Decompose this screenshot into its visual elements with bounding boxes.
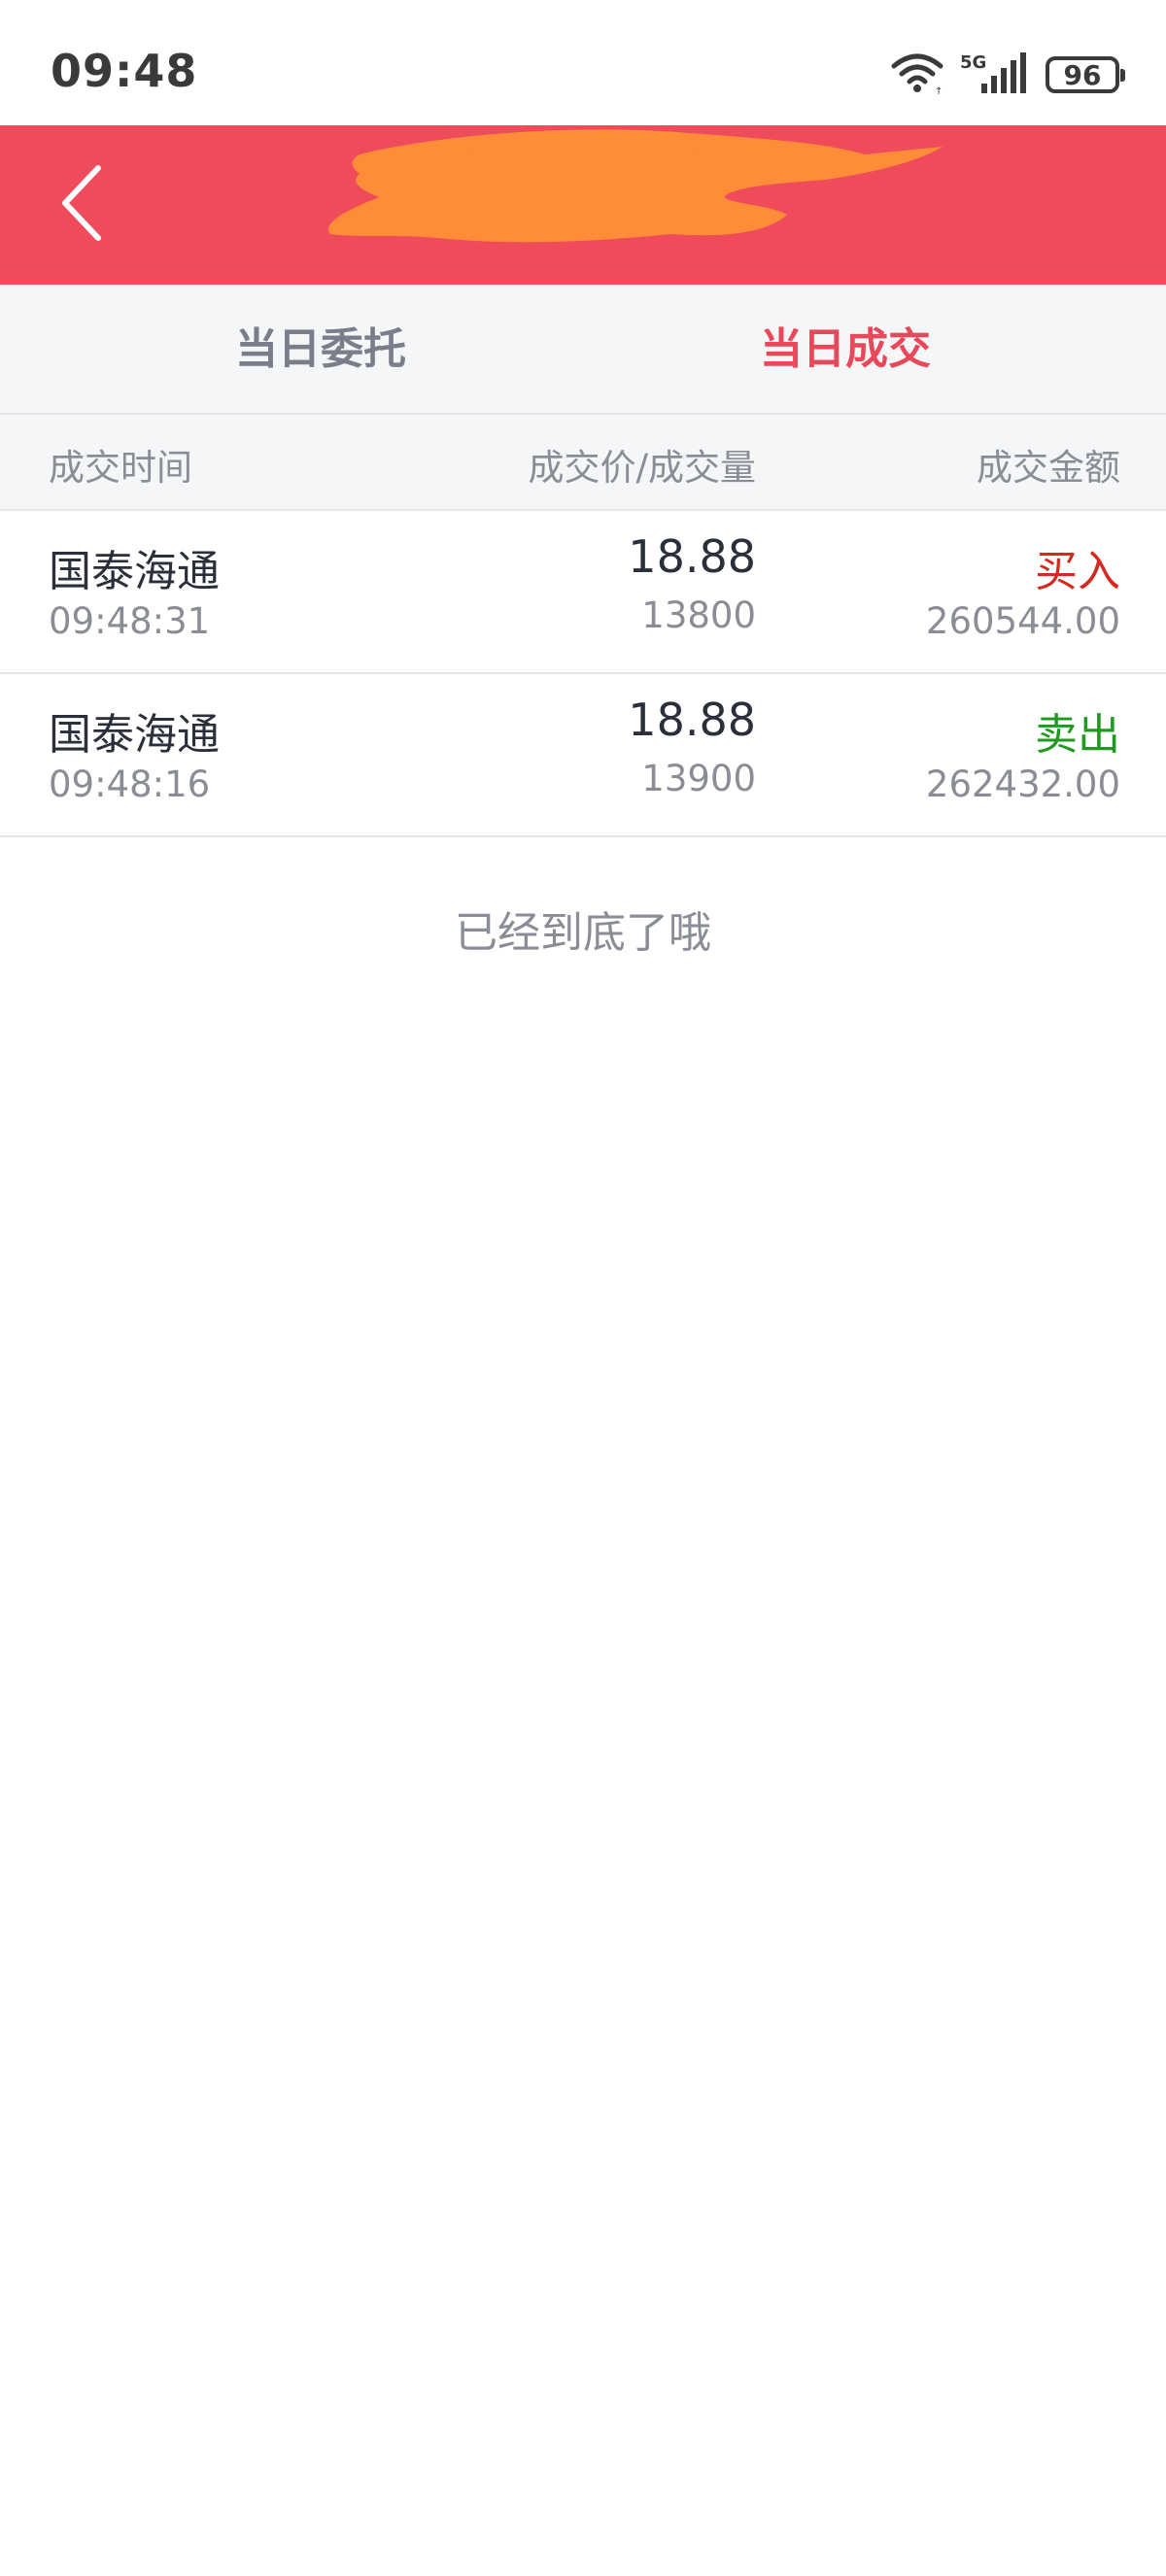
- trade-side: 卖出: [1035, 710, 1120, 760]
- back-button[interactable]: [39, 156, 126, 254]
- tab-today-trades[interactable]: 当日成交: [554, 285, 1137, 426]
- tab-label: 当日成交: [760, 314, 931, 426]
- trade-row[interactable]: 国泰海通 09:48:31 18.88 13800 买入 260544.00: [0, 511, 1166, 674]
- trade-price: 18.88: [628, 530, 756, 583]
- column-amount: 成交金额: [977, 447, 1120, 489]
- wifi-icon: ↑↓: [890, 51, 951, 99]
- status-icons: ↑↓ 5G 96: [890, 49, 1125, 101]
- battery-level: 96: [1063, 58, 1102, 91]
- stock-name: 国泰海通: [49, 547, 220, 596]
- column-header: 成交时间 成交价/成交量 成交金额: [0, 415, 1166, 511]
- svg-text:↑↓: ↑↓: [935, 86, 944, 95]
- status-time: 09:48: [51, 45, 198, 97]
- status-bar: 09:48 ↑↓ 5G 96: [0, 0, 1166, 125]
- svg-text:5G: 5G: [960, 52, 986, 73]
- tab-today-orders[interactable]: 当日委托: [29, 285, 612, 413]
- signal-icon: 5G: [960, 51, 1030, 99]
- battery-icon: 96: [1046, 56, 1125, 93]
- trade-quantity: 13900: [641, 758, 756, 799]
- redaction-scribble: [328, 129, 943, 243]
- tab-label: 当日委托: [235, 324, 406, 374]
- stock-name: 国泰海通: [49, 710, 220, 760]
- trade-quantity: 13800: [641, 594, 756, 636]
- tab-bar: 当日委托 当日成交: [0, 285, 1166, 426]
- trade-time: 09:48:16: [49, 763, 211, 805]
- tab-label-text: 当日成交: [760, 324, 931, 374]
- trade-row[interactable]: 国泰海通 09:48:16 18.88 13900 卖出 262432.00: [0, 674, 1166, 837]
- trade-side: 买入: [1035, 547, 1120, 596]
- trade-price: 18.88: [628, 694, 756, 746]
- end-of-list-note: 已经到底了哦: [455, 908, 711, 958]
- trade-time: 09:48:31: [49, 600, 211, 642]
- column-time: 成交时间: [49, 447, 192, 489]
- column-price-quantity: 成交价/成交量: [528, 447, 756, 489]
- trade-amount: 262432.00: [925, 763, 1120, 805]
- header-bar: [0, 125, 1166, 285]
- chevron-left-icon: [59, 164, 106, 246]
- trade-amount: 260544.00: [925, 600, 1120, 642]
